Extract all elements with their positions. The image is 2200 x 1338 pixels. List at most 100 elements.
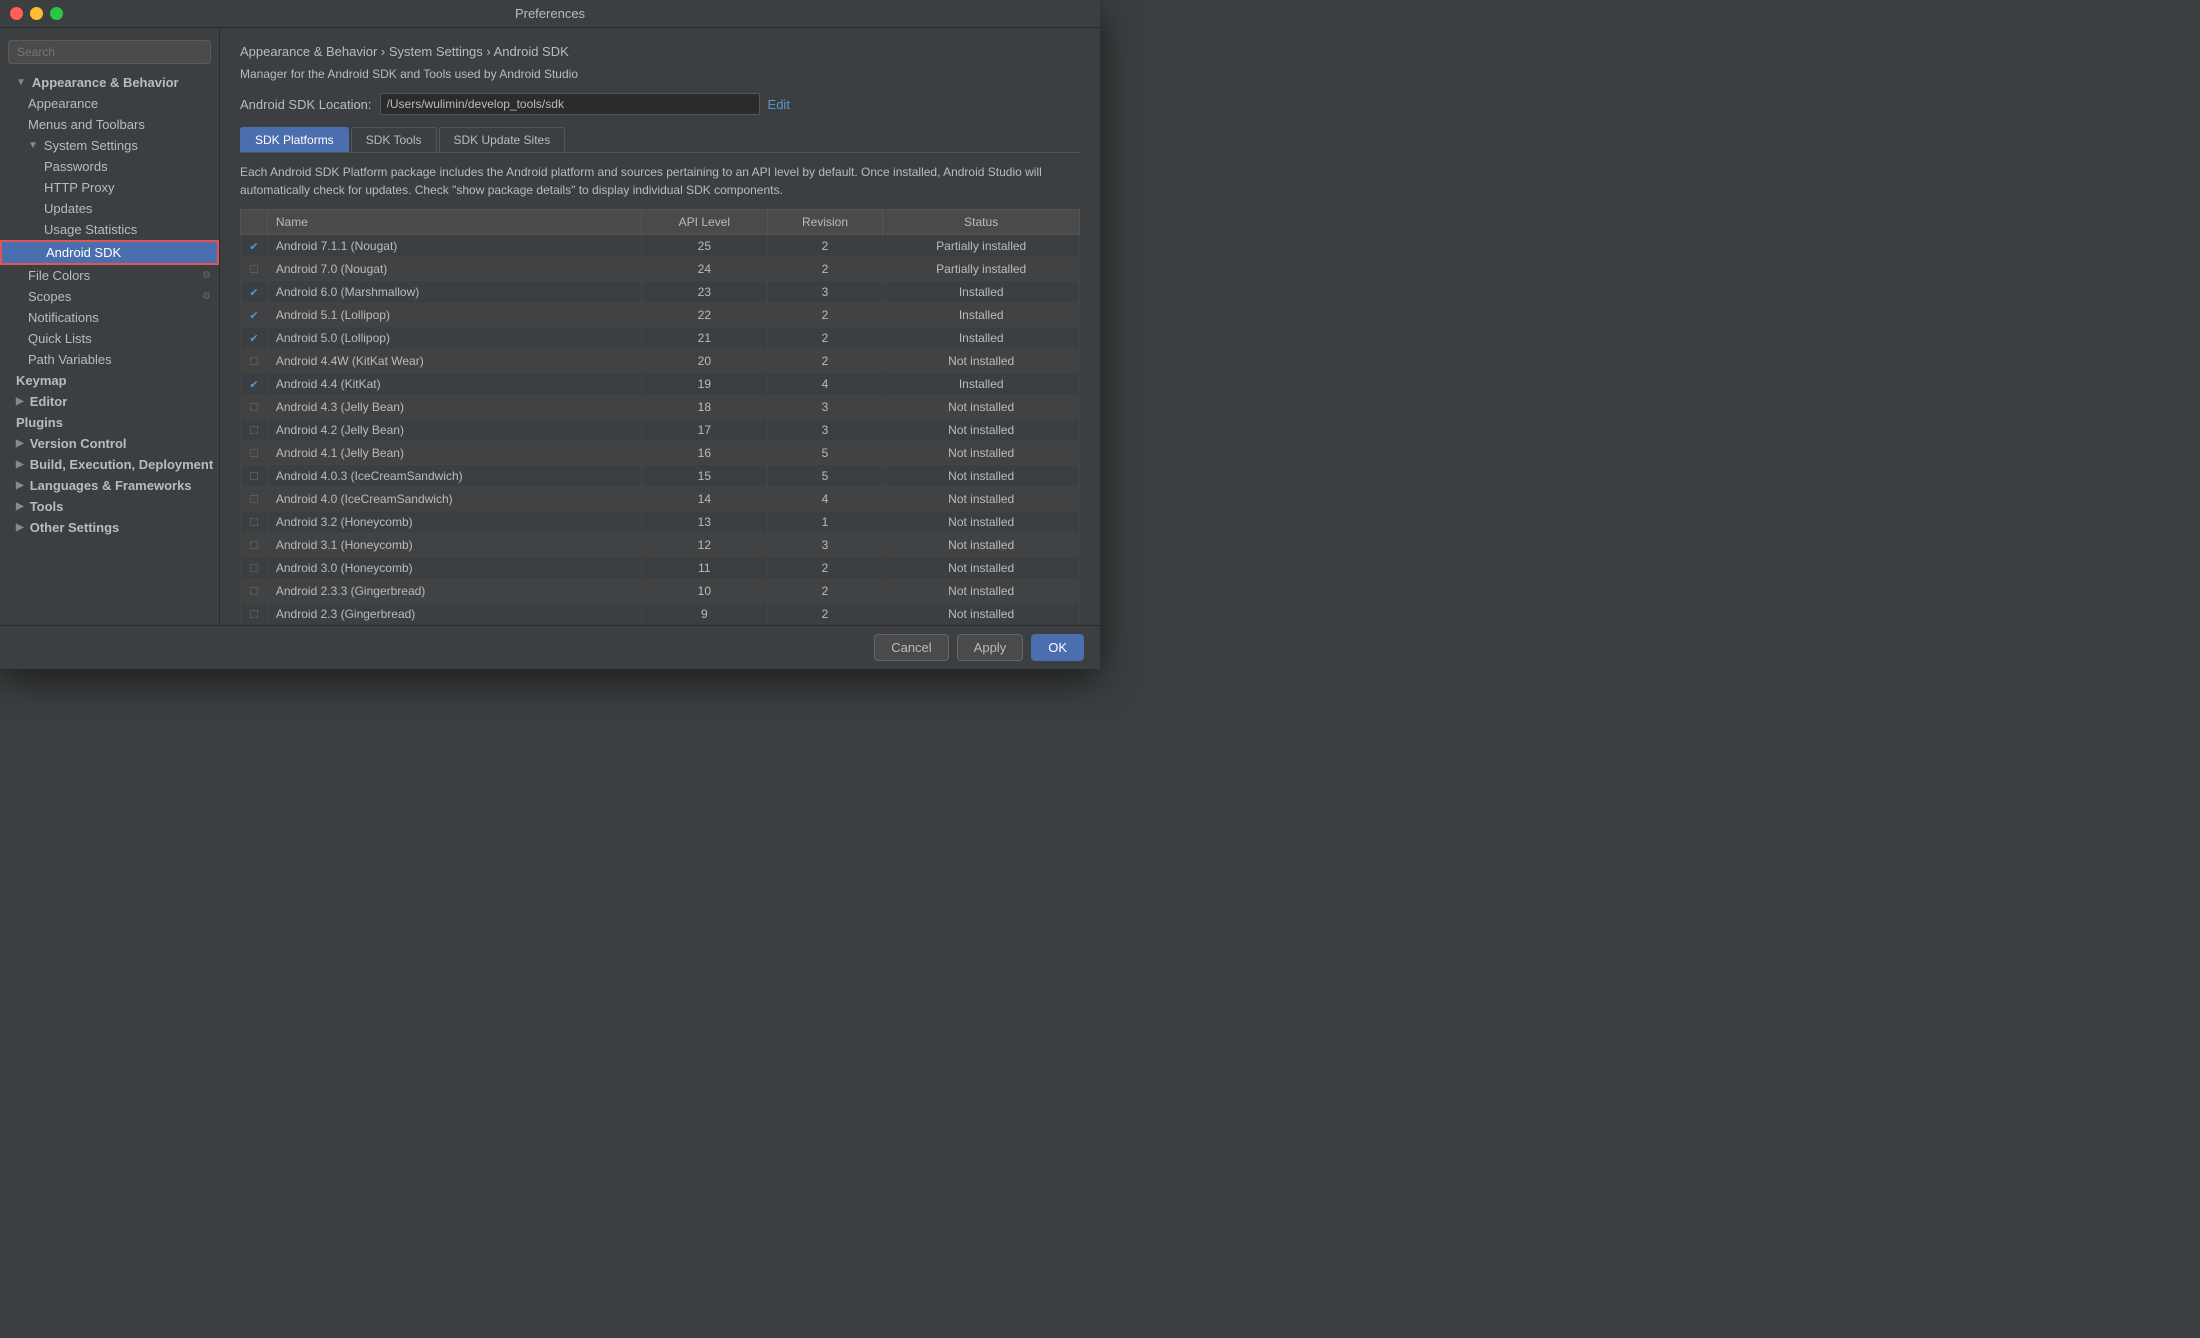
close-button[interactable]	[10, 7, 23, 20]
row-checkbox[interactable]: ☐	[241, 488, 268, 511]
main-container: ▼Appearance & Behavior Appearance Menus an…	[0, 28, 1100, 625]
sidebar-label: Scopes	[28, 289, 71, 304]
sidebar-item-path-variables[interactable]: Path Variables	[0, 349, 219, 370]
sidebar-item-system-settings[interactable]: ▼System Settings	[0, 135, 219, 156]
arrow-icon: ▶	[16, 438, 24, 449]
row-status: Not installed	[883, 557, 1080, 580]
table-row: ✔ Android 5.0 (Lollipop) 21 2 Installed	[241, 327, 1080, 350]
row-checkbox[interactable]: ☐	[241, 534, 268, 557]
sidebar-item-scopes[interactable]: Scopes⚙	[0, 286, 219, 307]
row-checkbox[interactable]: ✔	[241, 281, 268, 304]
row-name: Android 3.2 (Honeycomb)	[267, 511, 641, 534]
row-status: Not installed	[883, 488, 1080, 511]
tab-sdk-tools[interactable]: SDK Tools	[351, 127, 437, 152]
col-header-status: Status	[883, 210, 1080, 235]
col-header-api: API Level	[642, 210, 768, 235]
row-checkbox[interactable]: ☐	[241, 258, 268, 281]
sidebar-item-plugins[interactable]: Plugins	[0, 412, 219, 433]
apply-button[interactable]: Apply	[957, 634, 1024, 661]
tab-sdk-platforms[interactable]: SDK Platforms	[240, 127, 349, 152]
row-checkbox[interactable]: ✔	[241, 235, 268, 258]
row-status: Not installed	[883, 603, 1080, 626]
sidebar-label: Build, Execution, Deployment	[30, 457, 213, 472]
sidebar-label: Languages & Frameworks	[30, 478, 192, 493]
sidebar-label: Version Control	[30, 436, 127, 451]
row-checkbox[interactable]: ☐	[241, 396, 268, 419]
table-row: ✔ Android 7.1.1 (Nougat) 25 2 Partially …	[241, 235, 1080, 258]
sidebar-item-usage-statistics[interactable]: Usage Statistics	[0, 219, 219, 240]
row-checkbox[interactable]: ☐	[241, 603, 268, 626]
row-revision: 2	[767, 235, 883, 258]
arrow-icon: ▶	[16, 522, 24, 533]
edit-link[interactable]: Edit	[768, 97, 790, 112]
arrow-icon: ▶	[16, 396, 24, 407]
sidebar-item-editor[interactable]: ▶Editor	[0, 391, 219, 412]
sidebar: ▼Appearance & Behavior Appearance Menus an…	[0, 28, 220, 625]
sidebar-item-tools[interactable]: ▶Tools	[0, 496, 219, 517]
row-api: 14	[642, 488, 768, 511]
row-revision: 2	[767, 327, 883, 350]
window-title: Preferences	[515, 6, 585, 21]
sidebar-item-android-sdk[interactable]: Android SDK	[0, 240, 219, 265]
row-api: 20	[642, 350, 768, 373]
maximize-button[interactable]	[50, 7, 63, 20]
row-checkbox[interactable]: ☐	[241, 557, 268, 580]
row-checkbox[interactable]: ☐	[241, 419, 268, 442]
ok-button[interactable]: OK	[1031, 634, 1084, 661]
row-name: Android 4.0 (IceCreamSandwich)	[267, 488, 641, 511]
table-row: ✔ Android 4.4 (KitKat) 19 4 Installed	[241, 373, 1080, 396]
row-checkbox[interactable]: ☐	[241, 580, 268, 603]
sidebar-item-other-settings[interactable]: ▶Other Settings	[0, 517, 219, 538]
row-name: Android 4.4W (KitKat Wear)	[267, 350, 641, 373]
sidebar-item-languages-frameworks[interactable]: ▶Languages & Frameworks	[0, 475, 219, 496]
minimize-button[interactable]	[30, 7, 43, 20]
row-api: 25	[642, 235, 768, 258]
row-checkbox[interactable]: ☐	[241, 442, 268, 465]
cancel-button[interactable]: Cancel	[874, 634, 948, 661]
row-checkbox[interactable]: ☐	[241, 350, 268, 373]
sidebar-item-appearance[interactable]: Appearance	[0, 93, 219, 114]
sdk-table: Name API Level Revision Status ✔ Android…	[240, 209, 1080, 625]
table-row: ☐ Android 4.2 (Jelly Bean) 17 3 Not inst…	[241, 419, 1080, 442]
row-revision: 2	[767, 350, 883, 373]
sidebar-item-build-execution[interactable]: ▶Build, Execution, Deployment	[0, 454, 219, 475]
sidebar-item-passwords[interactable]: Passwords	[0, 156, 219, 177]
row-checkbox[interactable]: ✔	[241, 373, 268, 396]
sidebar-item-updates[interactable]: Updates	[0, 198, 219, 219]
sidebar-item-http-proxy[interactable]: HTTP Proxy	[0, 177, 219, 198]
row-revision: 5	[767, 442, 883, 465]
row-name: Android 4.3 (Jelly Bean)	[267, 396, 641, 419]
sidebar-item-quick-lists[interactable]: Quick Lists	[0, 328, 219, 349]
sdk-description: Manager for the Android SDK and Tools us…	[240, 67, 1080, 81]
title-bar: Preferences	[0, 0, 1100, 28]
row-api: 23	[642, 281, 768, 304]
sdk-location-input[interactable]	[380, 93, 760, 115]
row-name: Android 3.0 (Honeycomb)	[267, 557, 641, 580]
sidebar-item-appearance-behavior[interactable]: ▼Appearance & Behavior	[0, 72, 219, 93]
row-checkbox[interactable]: ✔	[241, 304, 268, 327]
row-status: Installed	[883, 373, 1080, 396]
row-api: 15	[642, 465, 768, 488]
settings-icon: ⚙	[202, 270, 211, 281]
row-api: 11	[642, 557, 768, 580]
row-api: 18	[642, 396, 768, 419]
search-input[interactable]	[8, 40, 211, 64]
tab-sdk-update-sites[interactable]: SDK Update Sites	[439, 127, 566, 152]
table-row: ☐ Android 2.3.3 (Gingerbread) 10 2 Not i…	[241, 580, 1080, 603]
sidebar-item-menus-toolbars[interactable]: Menus and Toolbars	[0, 114, 219, 135]
sidebar-item-keymap[interactable]: Keymap	[0, 370, 219, 391]
sidebar-label: Updates	[44, 201, 92, 216]
row-checkbox[interactable]: ☐	[241, 511, 268, 534]
sidebar-item-version-control[interactable]: ▶ Version Control	[0, 433, 219, 454]
row-name: Android 3.1 (Honeycomb)	[267, 534, 641, 557]
row-checkbox[interactable]: ☐	[241, 465, 268, 488]
row-name: Android 7.1.1 (Nougat)	[267, 235, 641, 258]
sidebar-item-notifications[interactable]: Notifications	[0, 307, 219, 328]
window-controls	[10, 7, 63, 20]
row-status: Not installed	[883, 396, 1080, 419]
row-checkbox[interactable]: ✔	[241, 327, 268, 350]
sidebar-label: Usage Statistics	[44, 222, 137, 237]
row-status: Not installed	[883, 534, 1080, 557]
sidebar-label: Appearance	[28, 96, 98, 111]
sidebar-item-file-colors[interactable]: File Colors⚙	[0, 265, 219, 286]
